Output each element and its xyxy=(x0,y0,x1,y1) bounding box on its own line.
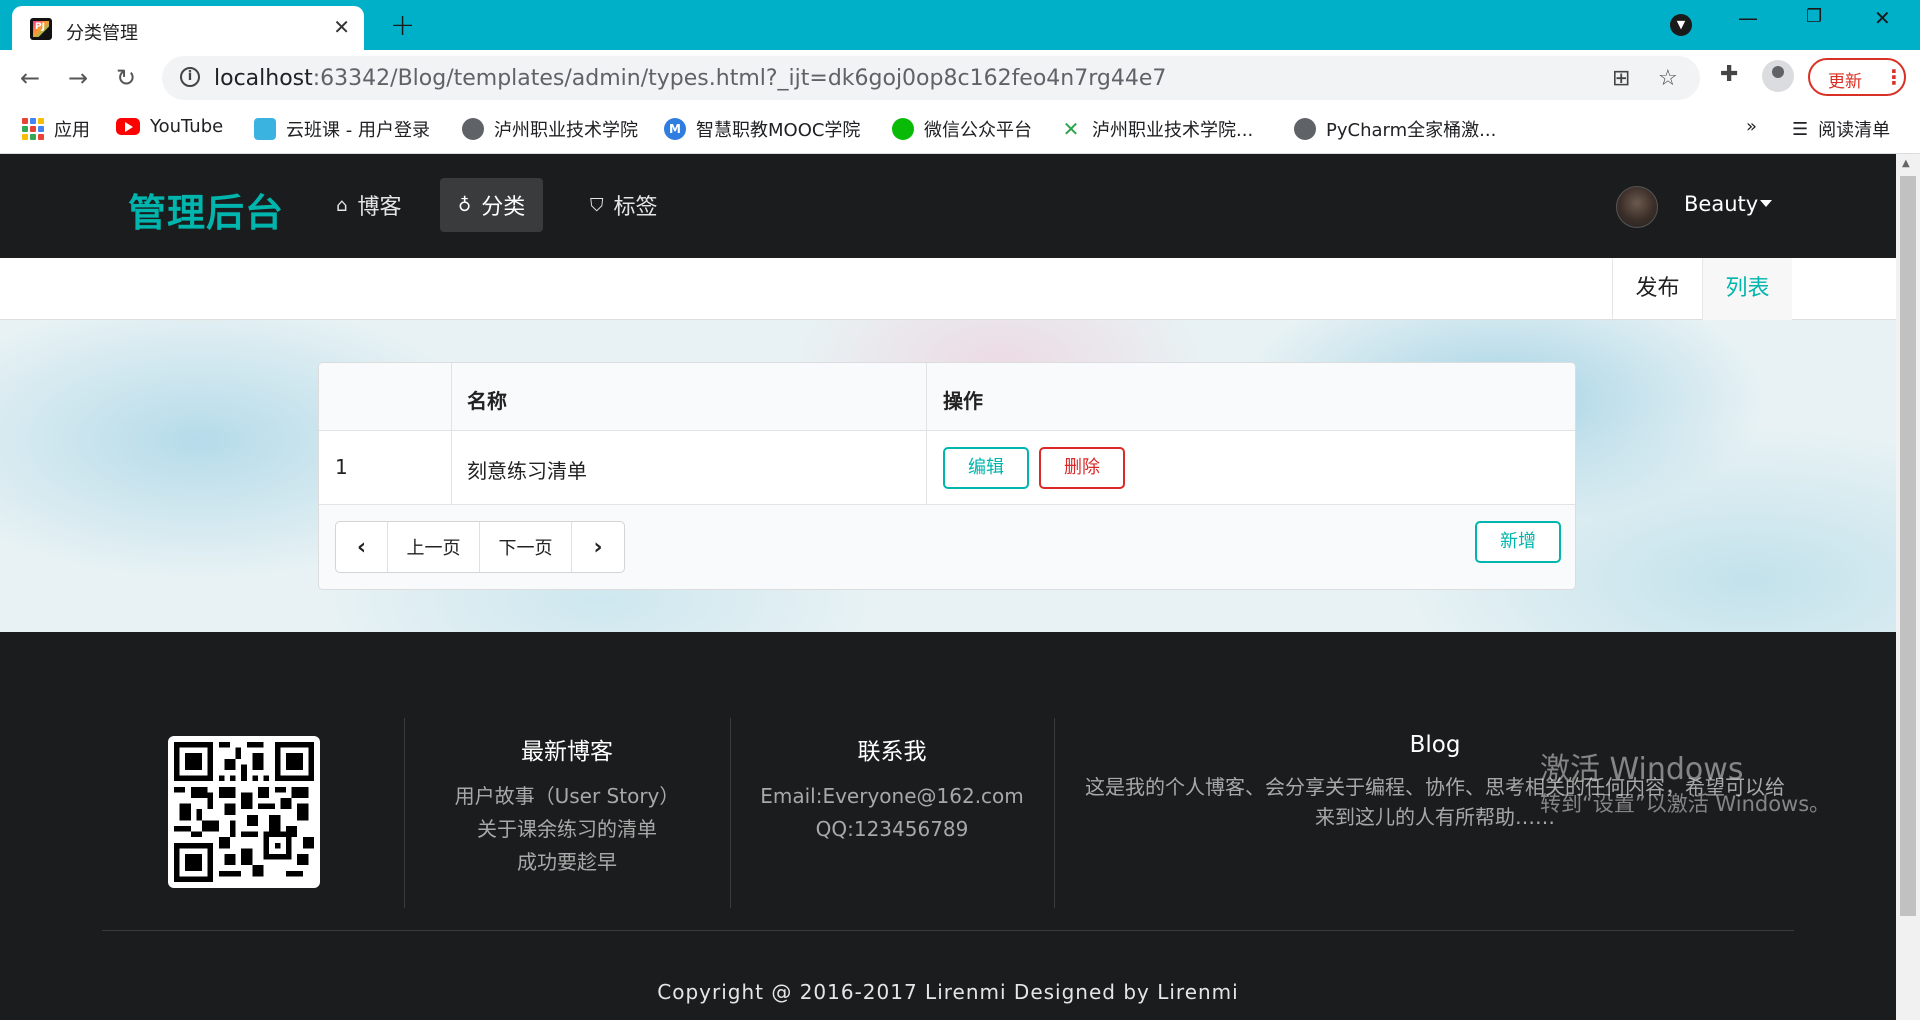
bookmark-apps[interactable]: 应用 xyxy=(22,116,90,142)
footer-divider xyxy=(1054,718,1055,908)
footer-latest-link[interactable]: 用户故事（User Story） xyxy=(404,780,730,813)
page-scrollbar[interactable]: ▲ xyxy=(1896,154,1920,1020)
lightbulb-icon: ♁ xyxy=(458,194,472,216)
row-name: 刻意练习清单 xyxy=(467,459,587,483)
bookmark-star-icon[interactable]: ☆ xyxy=(1658,66,1678,91)
row-index: 1 xyxy=(335,455,348,479)
back-icon[interactable]: ← xyxy=(20,64,40,92)
user-name[interactable]: Beauty xyxy=(1684,192,1758,216)
header-name: 名称 xyxy=(467,389,507,413)
reading-list[interactable]: ☰ 阅读清单 xyxy=(1792,116,1890,142)
menu-dots-icon: ⋮ xyxy=(1884,65,1904,89)
mooc-icon: M xyxy=(664,118,686,140)
avatar[interactable] xyxy=(1616,186,1658,228)
pycharm-favicon-icon xyxy=(30,18,52,40)
chevron-right-icon[interactable]: › xyxy=(572,522,624,572)
browser-tab-active[interactable]: 分类管理 ✕ xyxy=(12,6,364,50)
extensions-puzzle-icon[interactable]: ✚ xyxy=(1720,62,1738,87)
tags-icon: ⛉ xyxy=(590,194,604,216)
scroll-up-icon[interactable]: ▲ xyxy=(1902,158,1910,169)
header-actions: 操作 xyxy=(943,389,983,413)
browser-profile-icon[interactable] xyxy=(1762,60,1794,92)
category-table: 名称 操作 1 刻意练习清单 编辑 删除 ‹ 上一页 下一页 › 新增 xyxy=(318,362,1576,590)
nav-item-blog[interactable]: ⌂ 博客 xyxy=(318,178,419,232)
browser-toolbar: ← → ↻ i localhost:63342/Blog/templates/a… xyxy=(0,50,1920,106)
translate-icon[interactable]: ⊞ xyxy=(1612,66,1630,91)
sub-nav: 发布 列表 xyxy=(0,258,1896,320)
footer-contact-title: 联系我 xyxy=(857,739,927,765)
bookmark-pycharm[interactable]: PyCharm全家桶激... xyxy=(1294,116,1496,142)
copyright-text: Copyright @ 2016-2017 Lirenmi Designed b… xyxy=(657,980,1239,1004)
home-icon: ⌂ xyxy=(336,194,348,216)
admin-top-nav: 管理后台 ⌂ 博客 ♁ 分类 ⛉ 标签 Beauty xyxy=(0,154,1896,258)
footer-latest-title: 最新博客 xyxy=(521,739,613,765)
bookmark-youtube[interactable]: YouTube xyxy=(116,116,223,137)
footer-latest-blogs: 最新博客 用户故事（User Story） 关于课余练习的清单 成功要趁早 xyxy=(404,732,730,879)
nav-item-category[interactable]: ♁ 分类 xyxy=(440,178,544,232)
scroll-thumb[interactable] xyxy=(1900,176,1916,916)
column-divider xyxy=(451,363,452,505)
minimize-icon[interactable]: — xyxy=(1738,6,1758,30)
forward-icon[interactable]: → xyxy=(68,64,88,92)
column-divider xyxy=(926,363,927,505)
bookmark-mooc[interactable]: M 智慧职教MOOC学院 xyxy=(664,116,860,142)
site-info-icon[interactable]: i xyxy=(180,67,200,87)
new-tab-button[interactable]: + xyxy=(390,8,415,43)
footer-rule xyxy=(102,930,1794,931)
browser-tab-strip: 分类管理 ✕ + ▼ — ❐ ✕ xyxy=(0,0,1920,50)
cloud-icon xyxy=(254,118,276,140)
footer-latest-link[interactable]: 关于课余练习的清单 xyxy=(404,813,730,846)
pagination: ‹ 上一页 下一页 › xyxy=(335,521,625,573)
caret-down-icon[interactable] xyxy=(1760,200,1772,207)
next-page-button[interactable]: 下一页 xyxy=(480,522,572,572)
edit-button[interactable]: 编辑 xyxy=(943,447,1029,489)
brand-logo[interactable]: 管理后台 xyxy=(128,182,284,237)
add-category-button[interactable]: 新增 xyxy=(1475,521,1561,563)
window-close-icon[interactable]: ✕ xyxy=(1874,6,1891,30)
globe-icon xyxy=(1294,118,1316,140)
update-button[interactable]: 更新 ⋮ xyxy=(1808,58,1906,96)
apps-grid-icon xyxy=(22,118,44,140)
x-logo-icon: ✕ xyxy=(1062,117,1080,141)
tab-title: 分类管理 xyxy=(66,23,138,44)
windows-activation-watermark: 激活 Windows xyxy=(1540,752,1744,787)
bookmark-wechat[interactable]: 微信公众平台 xyxy=(892,116,1032,142)
qr-code-graphic xyxy=(174,742,314,882)
bookmark-lzy-2[interactable]: ✕ 泸州职业技术学院... xyxy=(1060,116,1254,142)
tab-list[interactable]: 列表 xyxy=(1702,258,1792,320)
delete-button[interactable]: 删除 xyxy=(1039,447,1125,489)
wechat-icon xyxy=(892,118,914,140)
footer-qq: QQ:123456789 xyxy=(815,817,969,841)
tab-search-icon[interactable]: ▼ xyxy=(1670,14,1692,36)
footer-latest-link[interactable]: 成功要趁早 xyxy=(404,846,730,879)
prev-page-button[interactable]: 上一页 xyxy=(388,522,480,572)
page-viewport: 管理后台 ⌂ 博客 ♁ 分类 ⛉ 标签 Beauty 发布 列表 名称 操作 1… xyxy=(0,154,1920,1020)
url-text[interactable]: localhost:63342/Blog/templates/admin/typ… xyxy=(214,66,1166,91)
nav-item-tags[interactable]: ⛉ 标签 xyxy=(572,178,676,232)
footer-email: Email:Everyone@162.com xyxy=(760,784,1024,808)
reload-icon[interactable]: ↻ xyxy=(116,64,136,92)
table-header: 名称 操作 xyxy=(319,363,1575,431)
site-footer: 最新博客 用户故事（User Story） 关于课余练习的清单 成功要趁早 联系… xyxy=(0,632,1896,1020)
address-bar[interactable]: i localhost:63342/Blog/templates/admin/t… xyxy=(162,56,1700,100)
qr-code-image xyxy=(168,736,320,888)
tab-publish[interactable]: 发布 xyxy=(1612,258,1702,320)
windows-activation-hint: 转到“设置”以激活 Windows。 xyxy=(1540,792,1831,816)
globe-icon xyxy=(462,118,484,140)
reading-list-icon: ☰ xyxy=(1792,118,1809,140)
youtube-icon xyxy=(116,118,140,135)
footer-contact: 联系我 Email:Everyone@162.com QQ:123456789 xyxy=(730,732,1054,846)
more-bookmarks[interactable]: » xyxy=(1746,116,1757,137)
bookmark-yunbanke[interactable]: 云班课 - 用户登录 xyxy=(254,116,430,142)
tab-close-icon[interactable]: ✕ xyxy=(333,15,350,39)
chevron-left-icon[interactable]: ‹ xyxy=(336,522,388,572)
restore-icon[interactable]: ❐ xyxy=(1806,6,1822,27)
table-footer: ‹ 上一页 下一页 › 新增 xyxy=(319,505,1575,589)
table-row: 1 刻意练习清单 编辑 删除 xyxy=(319,431,1575,505)
bookmark-lzy[interactable]: 泸州职业技术学院 xyxy=(462,116,638,142)
bookmarks-bar: 应用 YouTube 云班课 - 用户登录 泸州职业技术学院 M 智慧职教MOO… xyxy=(0,106,1920,154)
